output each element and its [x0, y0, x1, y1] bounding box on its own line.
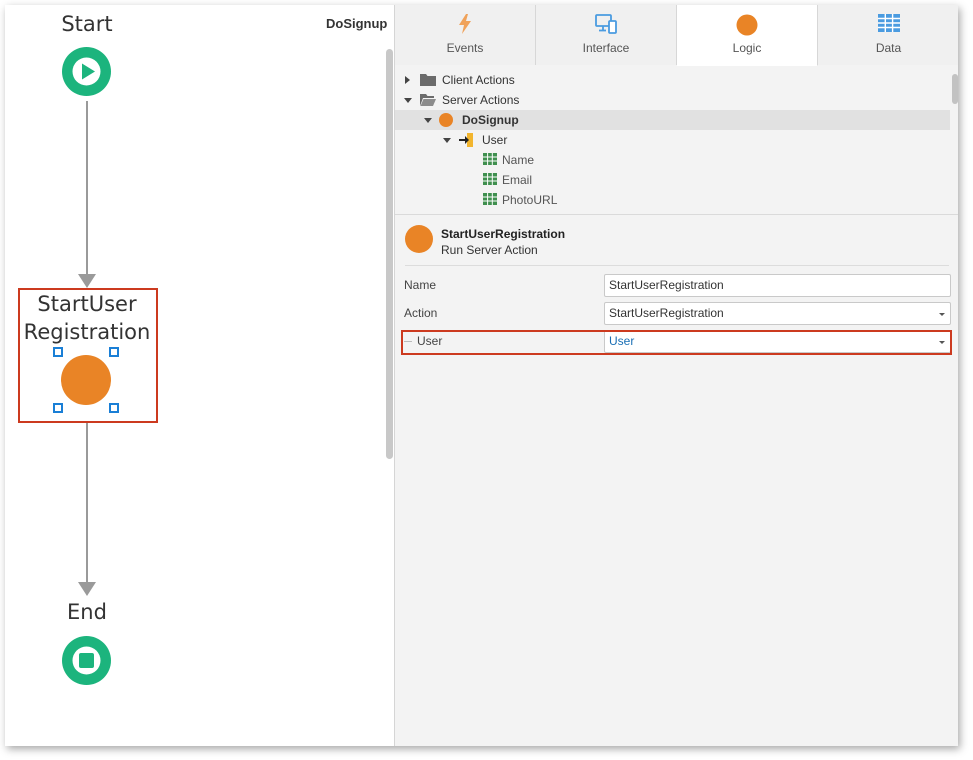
- divider: [405, 265, 949, 266]
- tree-label: PhotoURL: [502, 193, 558, 207]
- property-action-row: Action StartUserRegistration: [395, 301, 958, 327]
- dropdown-caret-icon[interactable]: [939, 313, 945, 316]
- devices-icon: [595, 14, 617, 34]
- tree-item-photourl[interactable]: PhotoURL: [395, 190, 950, 210]
- folder-icon: [420, 74, 436, 86]
- start-node[interactable]: [62, 47, 111, 96]
- app-window: DoSignup Start StartUser Registration En…: [5, 5, 958, 746]
- resize-handle[interactable]: [53, 403, 63, 413]
- property-label: Name: [404, 278, 437, 292]
- tree-scrollbar[interactable]: [952, 74, 958, 104]
- tree-label: Server Actions: [442, 93, 520, 107]
- user-row-highlight: [401, 330, 952, 355]
- canvas-scrollbar[interactable]: [386, 49, 393, 459]
- tree-label: Name: [502, 153, 535, 167]
- tree-label: Client Actions: [442, 73, 515, 87]
- tree-item-dosignup[interactable]: DoSignup: [395, 110, 950, 130]
- tree-item-name[interactable]: Name: [395, 150, 950, 170]
- tree-item-client-actions[interactable]: Client Actions: [395, 70, 950, 90]
- arrow-down-icon: [78, 582, 96, 596]
- stop-icon: [72, 646, 101, 675]
- collapse-arrow-icon[interactable]: [404, 98, 412, 103]
- tab-events-label: Events: [446, 41, 484, 55]
- tab-logic-label: Logic: [732, 41, 762, 55]
- server-action-icon: [439, 113, 453, 127]
- tree-item-email[interactable]: Email: [395, 170, 950, 190]
- property-name-row: Name StartUserRegistration: [395, 273, 958, 299]
- resize-handle[interactable]: [109, 347, 119, 357]
- server-action-icon: [405, 225, 433, 253]
- expand-arrow-icon[interactable]: [405, 76, 410, 84]
- resize-handle[interactable]: [53, 347, 63, 357]
- resize-handle[interactable]: [109, 403, 119, 413]
- flow-title: DoSignup: [326, 16, 388, 31]
- run-server-action-node[interactable]: [61, 355, 111, 405]
- tab-interface[interactable]: Interface: [536, 5, 677, 65]
- tree-label: User: [482, 133, 508, 147]
- tab-logic[interactable]: Logic: [677, 5, 818, 66]
- property-label: Action: [404, 306, 438, 320]
- tree-label: DoSignup: [462, 113, 519, 127]
- arrow-down-icon: [78, 274, 96, 288]
- attribute-icon: [483, 173, 497, 185]
- action-node-label-line2: Registration: [23, 320, 151, 344]
- play-icon: [72, 57, 101, 86]
- tree-item-user[interactable]: User: [395, 130, 950, 150]
- collapse-arrow-icon[interactable]: [443, 138, 451, 143]
- end-node-label: End: [67, 600, 107, 624]
- name-field[interactable]: StartUserRegistration: [604, 274, 951, 297]
- logic-circle-icon: [736, 14, 758, 36]
- tab-interface-label: Interface: [582, 41, 630, 55]
- panel-tabs: Events Interface Logic Data: [395, 5, 958, 66]
- action-node-label-line1: StartUser: [37, 292, 137, 316]
- properties-title: StartUserRegistration: [441, 227, 566, 241]
- end-node[interactable]: [62, 636, 111, 685]
- tree-item-server-actions[interactable]: Server Actions: [395, 90, 950, 110]
- lightning-icon: [459, 14, 471, 34]
- tab-data-label: Data: [875, 41, 902, 55]
- input-parameter-icon: [459, 133, 473, 147]
- flow-canvas[interactable]: DoSignup Start StartUser Registration En…: [5, 5, 394, 746]
- attribute-icon: [483, 153, 497, 165]
- flow-connector: [86, 101, 88, 275]
- grid-icon: [877, 14, 900, 32]
- tab-data[interactable]: Data: [818, 5, 958, 65]
- side-panel: Events Interface Logic Data Client Actio…: [394, 5, 958, 746]
- tree-label: Email: [502, 173, 533, 187]
- properties-panel: StartUserRegistration Run Server Action …: [395, 214, 958, 746]
- start-node-label: Start: [61, 12, 113, 36]
- attribute-icon: [483, 193, 497, 205]
- tab-events[interactable]: Events: [395, 5, 536, 65]
- open-folder-icon: [420, 94, 436, 106]
- action-dropdown-value: StartUserRegistration: [609, 306, 724, 320]
- flow-connector: [86, 423, 88, 583]
- logic-tree: Client Actions Server Actions DoSignup U…: [395, 66, 958, 214]
- action-dropdown[interactable]: StartUserRegistration: [604, 302, 951, 325]
- collapse-arrow-icon[interactable]: [424, 118, 432, 123]
- properties-subtitle: Run Server Action: [441, 243, 538, 257]
